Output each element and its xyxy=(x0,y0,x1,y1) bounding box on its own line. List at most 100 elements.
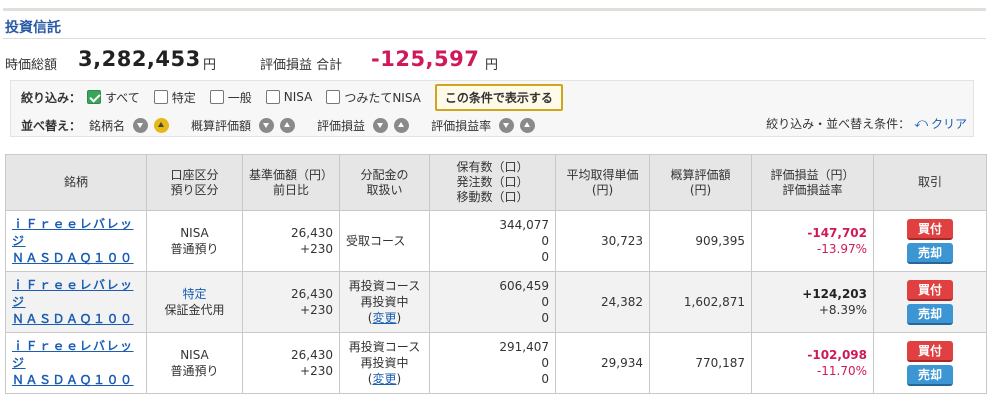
sort-desc-icon[interactable] xyxy=(133,117,149,133)
header-pl: 評価損益（円） 評価損益率 xyxy=(751,154,874,211)
sort-row: 並べ替え： 銘柄名 概算評価額 評価損益 評価損益率 xyxy=(21,114,557,136)
sort-asc-icon[interactable] xyxy=(520,117,536,133)
clear-link[interactable]: ⤺ クリア xyxy=(914,115,967,132)
account-cell: 特定 保証金代用 xyxy=(146,271,243,333)
trade-cell: 買付 売却 xyxy=(873,271,987,333)
header-price: 基準価額（円） 前日比 xyxy=(242,154,340,211)
avg-cost-cell: 29,934 xyxy=(555,332,650,394)
sell-button[interactable]: 売却 xyxy=(907,303,953,325)
filter-nisa-checkbox[interactable]: NISA xyxy=(265,90,312,104)
checkbox-icon xyxy=(209,90,224,104)
sort-item-label: 銘柄名 xyxy=(89,118,126,133)
table-row: ｉＦｒｅｅレバレッジ ＮＡＳＤＡＱ１００ NISA 普通預り 26,430 +230 … xyxy=(5,210,987,272)
sort-asc-icon[interactable] xyxy=(394,117,410,133)
buy-button[interactable]: 買付 xyxy=(907,218,953,240)
apply-filter-button[interactable]: この条件で表示する xyxy=(434,83,563,111)
avg-cost-cell: 30,723 xyxy=(555,210,650,272)
filter-all-checkbox[interactable]: すべて xyxy=(87,89,140,106)
filter-ippan-checkbox[interactable]: 一般 xyxy=(209,89,252,106)
valuation-cell: 909,395 xyxy=(649,210,752,272)
valuation-cell: 1,602,871 xyxy=(649,271,752,333)
change-distribution-link[interactable]: 変更 xyxy=(372,311,396,325)
sort-item-label: 評価損益 xyxy=(317,118,366,133)
header-account: 口座区分 預り区分 xyxy=(146,154,243,211)
sort-label: 並べ替え： xyxy=(21,118,82,133)
checkbox-icon xyxy=(265,90,280,104)
sort-item-name: 銘柄名 xyxy=(89,117,175,134)
pl-cell: -147,702 -13.97% xyxy=(751,210,874,272)
distribution-cell: 再投資コース 再投資中 (変更) xyxy=(339,332,430,394)
filter-option-label: すべて xyxy=(105,90,140,105)
fund-name-link[interactable]: ｉＦｒｅｅレバレッジ ＮＡＳＤＡＱ１００ xyxy=(12,277,140,328)
sort-desc-icon[interactable] xyxy=(259,117,275,133)
pl-cell: -102,098 -11.70% xyxy=(751,332,874,394)
header-valuation: 概算評価額 (円) xyxy=(649,154,752,211)
header-name: 銘柄 xyxy=(5,154,147,211)
change-distribution-link[interactable]: 変更 xyxy=(372,372,396,386)
checkbox-checked-icon xyxy=(87,90,102,104)
clear-conditions-label: 絞り込み・並べ替え条件： xyxy=(766,117,911,131)
price-cell: 26,430 +230 xyxy=(242,271,340,333)
sort-desc-icon[interactable] xyxy=(373,117,389,133)
valuation-cell: 770,187 xyxy=(649,332,752,394)
price-cell: 26,430 +230 xyxy=(242,332,340,394)
sort-item-pl: 評価損益 xyxy=(317,117,415,134)
filter-row: 絞り込み： すべて 特定 一般 NISA つみたてNISA この条件で表示する xyxy=(21,83,563,111)
checkbox-icon xyxy=(326,90,341,104)
table-row: ｉＦｒｅｅレバレッジ ＮＡＳＤＡＱ１００ 特定 保証金代用 26,430 +230 再… xyxy=(5,271,987,333)
filter-tsumitate-nisa-checkbox[interactable]: つみたてNISA xyxy=(326,89,421,106)
quantity-cell: 606,459 0 0 xyxy=(429,271,556,333)
table-header-row: 銘柄 口座区分 預り区分 基準価額（円） 前日比 分配金の 取扱い 保有数（口） 発注数… xyxy=(5,154,987,211)
price-cell: 26,430 +230 xyxy=(242,210,340,272)
filter-option-label: 特定 xyxy=(171,90,196,105)
fund-name-link[interactable]: ｉＦｒｅｅレバレッジ ＮＡＳＤＡＱ１００ xyxy=(12,338,140,389)
distribution-cell: 再投資コース 再投資中 (変更) xyxy=(339,271,430,333)
checkbox-icon xyxy=(153,90,168,104)
undo-icon: ⤺ xyxy=(914,116,928,131)
clear-conditions: 絞り込み・並べ替え条件： ⤺ クリア xyxy=(766,115,967,132)
sort-item-valuation: 概算評価額 xyxy=(191,117,301,134)
account-type-link[interactable]: 特定 xyxy=(182,287,206,301)
sort-asc-icon[interactable] xyxy=(154,117,170,133)
page-title: 投資信託 xyxy=(5,20,61,36)
sell-button[interactable]: 売却 xyxy=(907,242,953,264)
market-value-label: 時価総額 xyxy=(5,58,58,73)
filter-tokutei-checkbox[interactable]: 特定 xyxy=(153,89,196,106)
header-quantity: 保有数（口） 発注数（口） 移動数（口） xyxy=(429,154,556,211)
trade-cell: 買付 売却 xyxy=(873,210,987,272)
quantity-cell: 291,407 0 0 xyxy=(429,332,556,394)
fund-name-link[interactable]: ｉＦｒｅｅレバレッジ ＮＡＳＤＡＱ１００ xyxy=(12,216,140,267)
header-distribution: 分配金の 取扱い xyxy=(339,154,430,211)
fund-name-cell: ｉＦｒｅｅレバレッジ ＮＡＳＤＡＱ１００ xyxy=(5,332,147,394)
sort-item-label: 評価損益率 xyxy=(431,118,492,133)
sell-button[interactable]: 売却 xyxy=(907,364,953,386)
buy-button[interactable]: 買付 xyxy=(907,340,953,362)
header-avg-cost: 平均取得単価 (円) xyxy=(555,154,650,211)
pl-total-value: -125,597 xyxy=(371,47,480,71)
title-divider xyxy=(3,38,986,39)
pl-cell: +124,203 +8.39% xyxy=(751,271,874,333)
table-row: ｉＦｒｅｅレバレッジ ＮＡＳＤＡＱ１００ NISA 普通預り 26,430 +230 … xyxy=(5,332,987,394)
pl-total-label: 評価損益 合計 xyxy=(260,58,343,73)
sort-desc-icon[interactable] xyxy=(499,117,515,133)
filter-panel: 絞り込み： すべて 特定 一般 NISA つみたてNISA この条件で表示する … xyxy=(10,80,974,137)
holdings-table: 銘柄 口座区分 預り区分 基準価額（円） 前日比 分配金の 取扱い 保有数（口） 発注数… xyxy=(5,154,987,394)
account-cell: NISA 普通預り xyxy=(146,332,243,394)
header-trade: 取引 xyxy=(873,154,987,211)
sort-item-pl-rate: 評価損益率 xyxy=(431,117,541,134)
fund-name-cell: ｉＦｒｅｅレバレッジ ＮＡＳＤＡＱ１００ xyxy=(5,210,147,272)
avg-cost-cell: 24,382 xyxy=(555,271,650,333)
sort-asc-icon[interactable] xyxy=(280,117,296,133)
top-divider xyxy=(3,8,986,11)
pl-total-unit: 円 xyxy=(485,58,499,73)
buy-button[interactable]: 買付 xyxy=(907,279,953,301)
sort-item-label: 概算評価額 xyxy=(191,118,252,133)
account-cell: NISA 普通預り xyxy=(146,210,243,272)
fund-name-cell: ｉＦｒｅｅレバレッジ ＮＡＳＤＡＱ１００ xyxy=(5,271,147,333)
filter-option-label: 一般 xyxy=(227,90,252,105)
trade-cell: 買付 売却 xyxy=(873,332,987,394)
filter-option-label: つみたてNISA xyxy=(344,90,421,105)
quantity-cell: 344,077 0 0 xyxy=(429,210,556,272)
clear-link-text: クリア xyxy=(930,117,967,131)
filter-label: 絞り込み： xyxy=(21,90,82,105)
